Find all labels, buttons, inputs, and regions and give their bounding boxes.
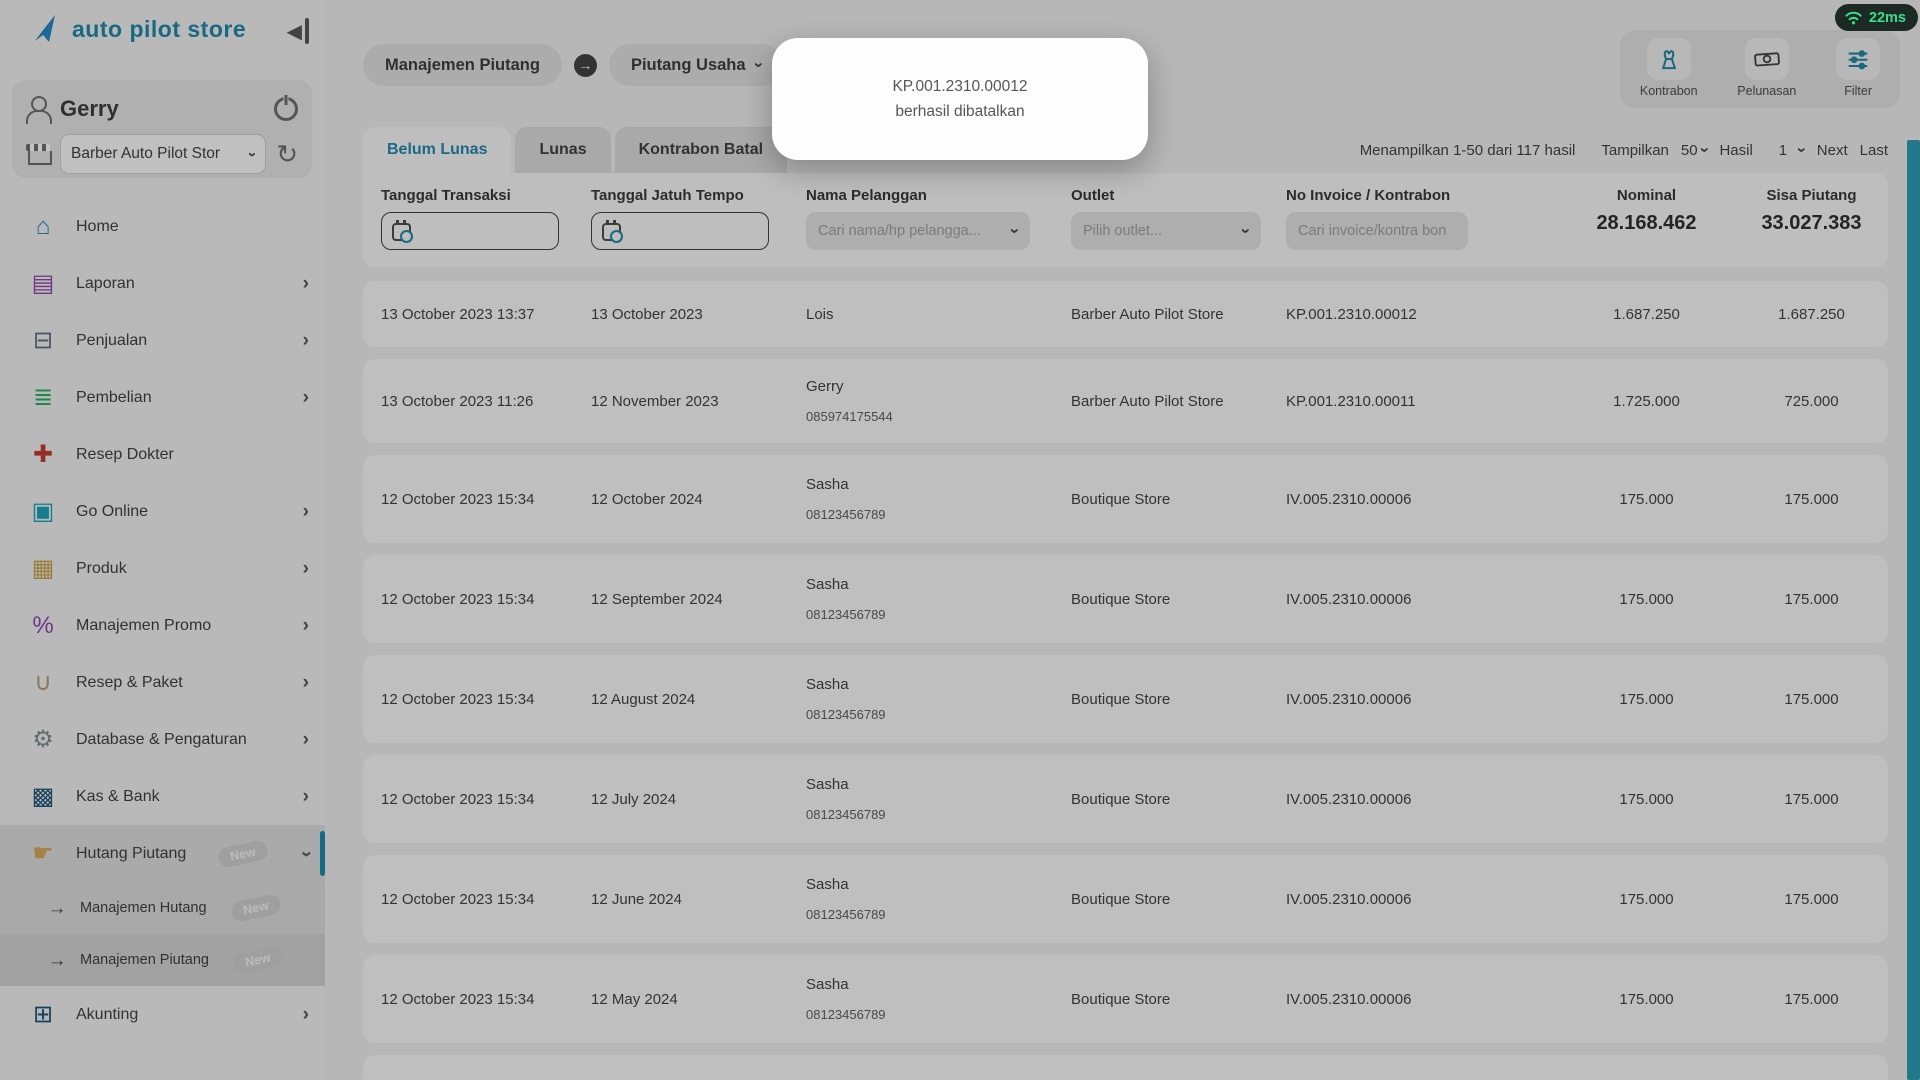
dim-overlay xyxy=(0,0,1920,1080)
latency-value: 22ms xyxy=(1869,10,1906,26)
success-toast: KP.001.2310.00012 berhasil dibatalkan xyxy=(772,38,1148,160)
toast-line1: KP.001.2310.00012 xyxy=(892,78,1027,96)
wifi-icon xyxy=(1844,9,1863,26)
latency-badge: 22ms xyxy=(1835,4,1918,31)
toast-line2: berhasil dibatalkan xyxy=(895,103,1024,121)
